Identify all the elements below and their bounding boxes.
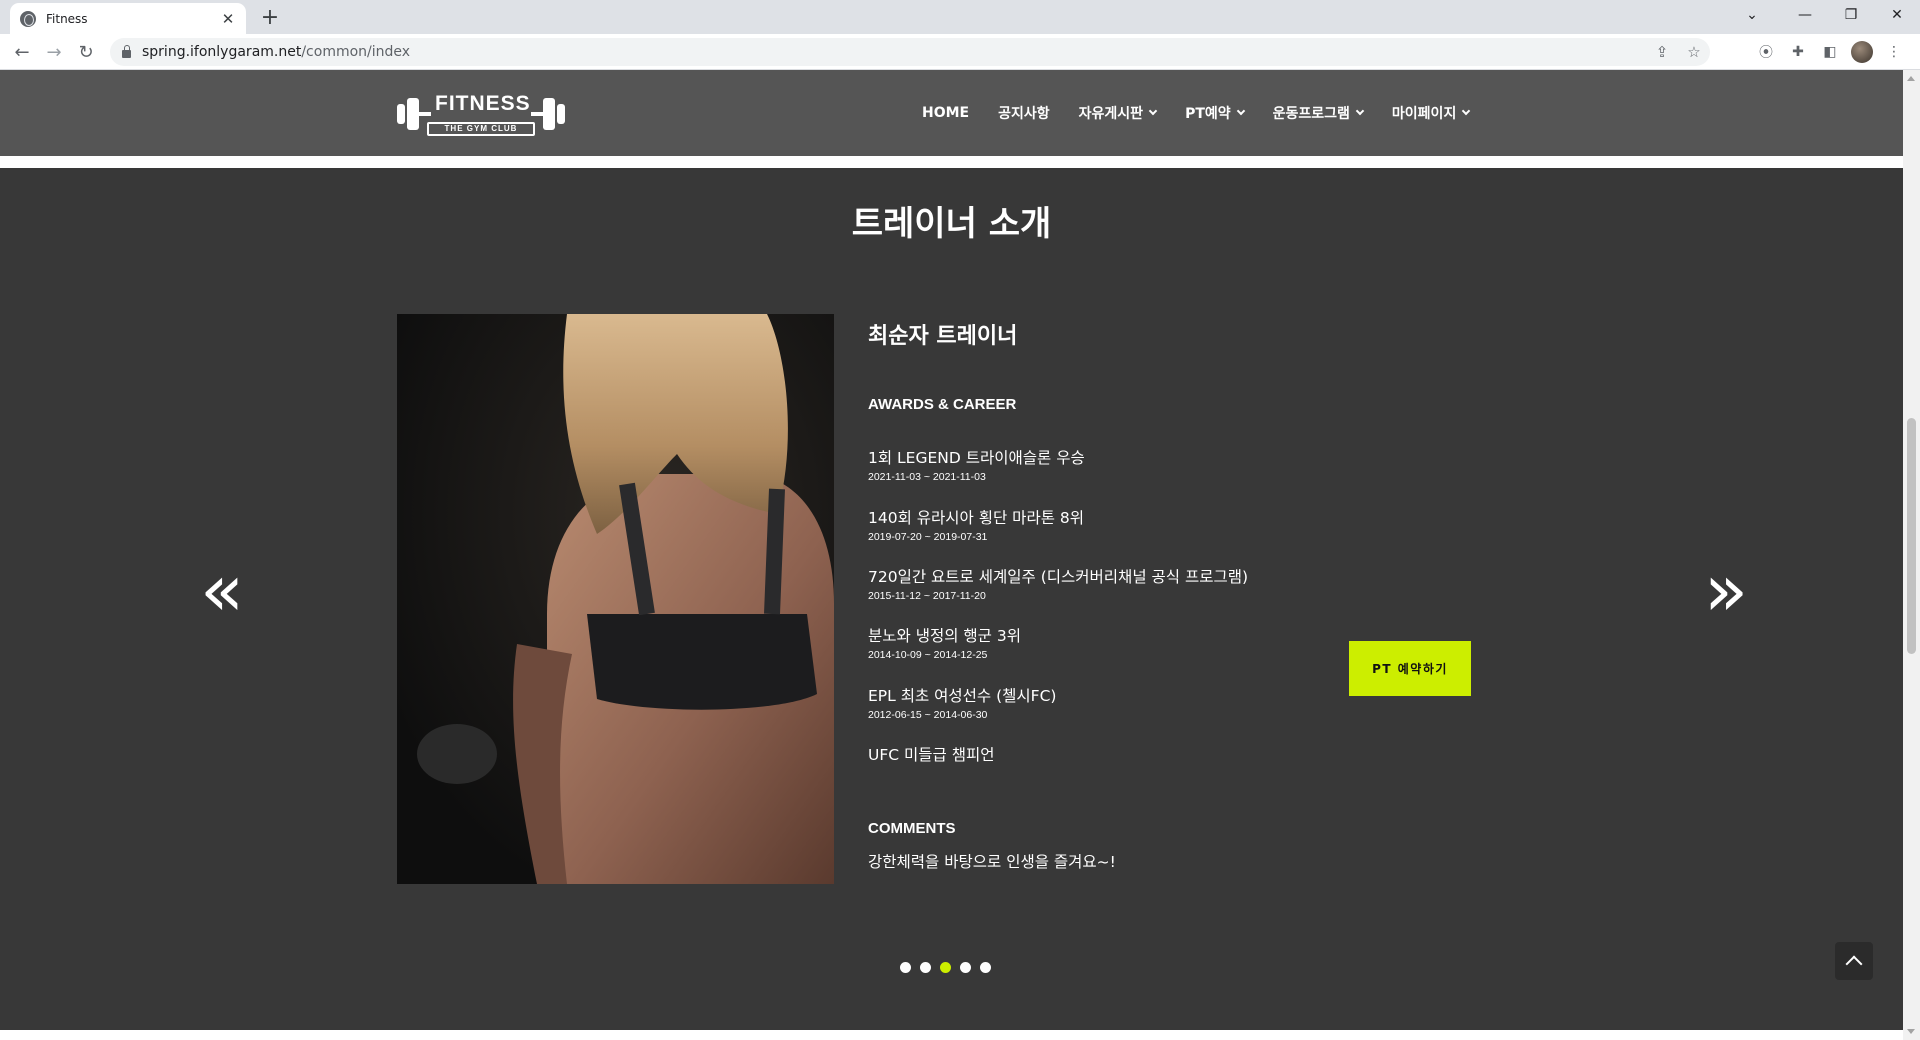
- scroll-to-top-button[interactable]: [1835, 942, 1873, 980]
- carousel-prev-icon[interactable]: «: [196, 554, 248, 626]
- toolbar-actions: ⦿ ✚ ◧ ⋮: [1750, 40, 1910, 64]
- award-item: EPL 최초 여성선수 (첼시FC) 2012-06-15 ~ 2014-06-…: [868, 684, 1056, 721]
- nav-item-label: 마이페이지: [1391, 106, 1457, 122]
- nav-item-label: PT예약: [1185, 106, 1231, 122]
- award-date: 2021-11-03 ~ 2021-11-03: [868, 471, 986, 483]
- award-title: EPL 최초 여성선수 (첼시FC): [868, 687, 1057, 705]
- award-date: 2012-06-15 ~ 2014-06-30: [868, 709, 988, 721]
- carousel-dot[interactable]: [980, 962, 991, 973]
- logo-dumbbell-plate: [407, 98, 419, 130]
- award-date: 2015-11-12 ~ 2017-11-20: [868, 590, 986, 602]
- chevron-down-icon: [1355, 106, 1365, 116]
- award-title: 140회 유라시아 횡단 마라톤 8위: [868, 509, 1085, 527]
- scroll-up-arrow-icon[interactable]: [1907, 76, 1915, 81]
- menu-kebab-icon[interactable]: ⋮: [1878, 40, 1910, 64]
- pt-reservation-button[interactable]: PT 예약하기: [1349, 641, 1471, 696]
- award-title: 1회 LEGEND 트라이애슬론 우승: [868, 449, 1085, 467]
- nav-item-home[interactable]: HOME: [922, 105, 969, 121]
- awards-heading: AWARDS & CAREER: [868, 396, 1017, 413]
- new-tab-button[interactable]: +: [258, 7, 282, 31]
- browser-toolbar: ← → ↻ spring.ifonlygaram.net/common/inde…: [0, 34, 1920, 70]
- award-date: 2019-07-20 ~ 2019-07-31: [868, 531, 988, 543]
- logo-dumbbell-plate: [543, 98, 555, 130]
- chevron-down-icon: [1236, 106, 1245, 116]
- comments-heading: COMMENTS: [868, 820, 956, 837]
- browser-tab[interactable]: Fitness ✕: [10, 3, 246, 34]
- extension-status-icon[interactable]: ⦿: [1750, 40, 1782, 64]
- nav-item-exercise-program[interactable]: 운동프로그램: [1272, 103, 1365, 123]
- trainer-section: 트레이너 소개 최순자 트레이너 AWARDS & CAREER 1회 LEGE…: [0, 168, 1903, 1030]
- scroll-down-arrow-icon[interactable]: [1907, 1029, 1915, 1034]
- main-nav: HOME 공지사항 자유게시판 PT예약 운동프로그램 마이페이지: [922, 70, 1498, 156]
- award-title: 분노와 냉정의 행군 3위: [868, 627, 1021, 645]
- nav-item-pt-reservation[interactable]: PT예약: [1185, 103, 1245, 123]
- award-item: 140회 유라시아 횡단 마라톤 8위 2019-07-20 ~ 2019-07…: [868, 506, 1084, 543]
- globe-icon: [20, 10, 36, 27]
- carousel-dot[interactable]: [960, 962, 971, 973]
- award-item: UFC 미들급 챔피언: [868, 743, 995, 768]
- logo-dumbbell-plate: [397, 104, 405, 124]
- award-item: 분노와 냉정의 행군 3위 2014-10-09 ~ 2014-12-25: [868, 624, 1021, 661]
- nav-item-notice[interactable]: 공지사항: [998, 103, 1050, 123]
- award-date: 2014-10-09 ~ 2014-12-25: [868, 649, 988, 661]
- profile-avatar[interactable]: [1851, 41, 1873, 63]
- chevron-down-icon: [1148, 106, 1158, 116]
- trainer-photo-illustration: [397, 314, 834, 884]
- logo-dumbbell-plate: [557, 104, 565, 124]
- browser-tabstrip: Fitness ✕ + ⌄ — ❐ ✕: [0, 0, 1920, 34]
- close-window-icon[interactable]: ✕: [1874, 0, 1920, 30]
- url-path: /common/index: [301, 44, 411, 60]
- trainer-photo: [397, 314, 834, 884]
- page-scrollbar[interactable]: [1903, 70, 1920, 1040]
- award-title: 720일간 요트로 세계일주 (디스커버리채널 공식 프로그램): [868, 568, 1249, 586]
- award-item: 720일간 요트로 세계일주 (디스커버리채널 공식 프로그램) 2015-11…: [868, 565, 1248, 602]
- address-bar[interactable]: spring.ifonlygaram.net/common/index ⇪ ☆: [110, 38, 1710, 66]
- carousel-dot[interactable]: [940, 962, 951, 973]
- nav-item-label: 공지사항: [998, 106, 1050, 122]
- chevron-down-icon: [1462, 106, 1471, 116]
- logo-dumbbell-bar: [531, 112, 543, 116]
- back-arrow-icon[interactable]: ←: [10, 40, 34, 64]
- nav-item-label: HOME: [922, 105, 970, 121]
- scrollbar-thumb[interactable]: [1907, 418, 1916, 654]
- reload-icon[interactable]: ↻: [74, 40, 98, 64]
- trainer-name: 최순자 트레이너: [868, 324, 1018, 349]
- carousel-dot[interactable]: [920, 962, 931, 973]
- award-title: UFC 미들급 챔피언: [868, 746, 995, 764]
- trainer-comment: 강한체력을 바탕으로 인생을 즐겨요~!: [868, 853, 1116, 871]
- window-controls: ⌄ — ❐ ✕: [1732, 0, 1920, 30]
- carousel-next-icon[interactable]: »: [1700, 554, 1752, 626]
- url-text: spring.ifonlygaram.net/common/index: [142, 44, 410, 60]
- carousel-dots: [900, 962, 1000, 973]
- extensions-puzzle-icon[interactable]: ✚: [1782, 40, 1814, 64]
- lock-icon: [122, 45, 131, 58]
- minimize-icon[interactable]: —: [1782, 0, 1828, 30]
- logo-dumbbell-bar: [419, 112, 431, 116]
- restore-icon[interactable]: ❐: [1828, 0, 1874, 30]
- forward-arrow-icon[interactable]: →: [42, 40, 66, 64]
- bookmark-star-icon[interactable]: ☆: [1678, 43, 1710, 61]
- section-title: 트레이너 소개: [851, 204, 1052, 244]
- nav-item-mypage[interactable]: 마이페이지: [1391, 103, 1471, 123]
- site-logo[interactable]: FITNESS THE GYM CLUB: [397, 92, 565, 136]
- nav-item-label: 자유게시판: [1078, 106, 1144, 122]
- carousel-dot[interactable]: [900, 962, 911, 973]
- nav-item-free-board[interactable]: 자유게시판: [1078, 103, 1158, 123]
- tab-close-icon[interactable]: ✕: [220, 11, 236, 27]
- omnibox-actions: ⇪ ☆: [1646, 38, 1710, 66]
- logo-tagline: THE GYM CLUB: [427, 122, 535, 136]
- url-host: spring.ifonlygaram.net: [142, 44, 302, 60]
- side-panel-icon[interactable]: ◧: [1814, 40, 1846, 64]
- logo-wordmark: FITNESS: [435, 92, 531, 115]
- nav-item-label: 운동프로그램: [1272, 106, 1350, 122]
- header-divider: [0, 156, 1903, 168]
- page-viewport: FITNESS THE GYM CLUB HOME 공지사항 자유게시판 PT예…: [0, 70, 1920, 1040]
- tab-search-icon[interactable]: ⌄: [1732, 0, 1772, 30]
- site-header: FITNESS THE GYM CLUB HOME 공지사항 자유게시판 PT예…: [0, 70, 1903, 156]
- share-icon[interactable]: ⇪: [1646, 43, 1678, 61]
- award-item: 1회 LEGEND 트라이애슬론 우승 2021-11-03 ~ 2021-11…: [868, 446, 1085, 483]
- tab-title: Fitness: [46, 11, 88, 26]
